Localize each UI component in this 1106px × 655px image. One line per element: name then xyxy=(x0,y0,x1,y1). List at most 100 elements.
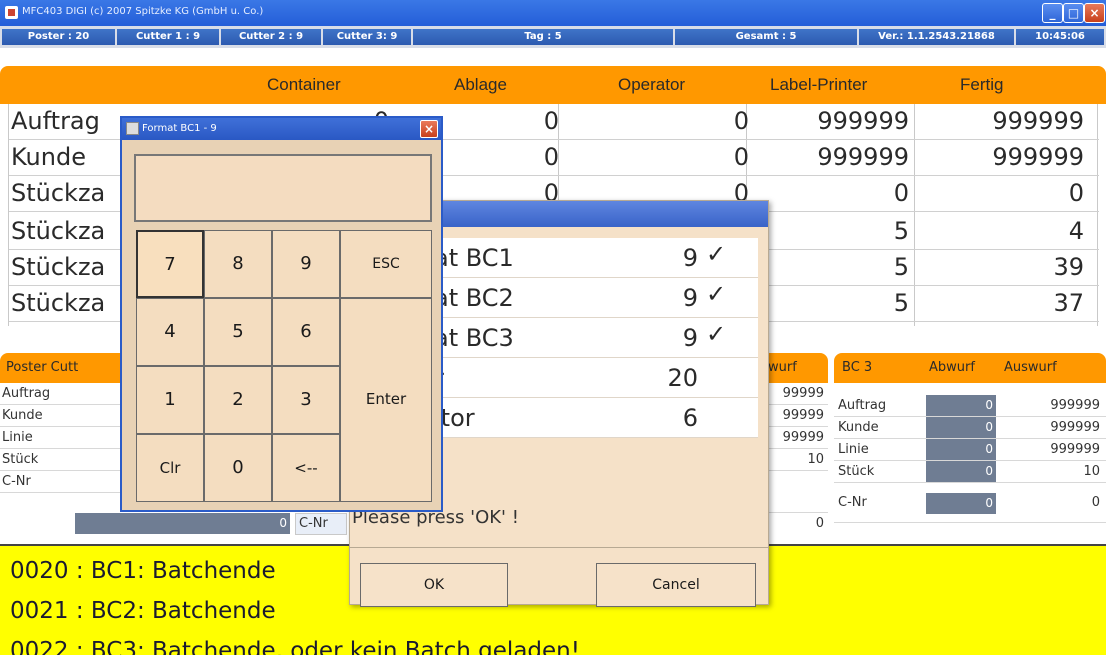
status-tag: Tag : 5 xyxy=(413,29,673,45)
window-title: MFC403 DIGI (c) 2007 Spitzke KG (GmbH u.… xyxy=(22,6,264,17)
header-abwurf: Abwurf xyxy=(929,360,975,375)
cell-label-printer: 0 xyxy=(893,179,909,207)
dialog-row-value: 6 xyxy=(682,404,698,432)
window-title-bar: MFC403 DIGI (c) 2007 Spitzke KG (GmbH u.… xyxy=(0,0,1106,26)
clear-key[interactable]: Clr xyxy=(136,434,204,502)
cell-fertig: 999999 xyxy=(992,107,1084,135)
header-ablage: Ablage xyxy=(454,75,507,94)
cell-label-printer: 999999 xyxy=(817,143,909,171)
table-row: Auftrag 0 999999 xyxy=(834,395,1106,417)
row-label: Kunde xyxy=(2,408,43,423)
cell-auswurf: 0 xyxy=(1091,495,1100,510)
dialog-row-value: 20 xyxy=(667,364,698,392)
keypad-display xyxy=(134,154,432,222)
cell-auswurf: 10 xyxy=(1083,464,1100,479)
keypad-title: Format BC1 - 9 xyxy=(142,123,217,134)
key-0[interactable]: 0 xyxy=(204,434,272,502)
status-poster: Poster : 20 xyxy=(2,29,115,45)
close-icon[interactable]: × xyxy=(420,120,438,138)
table-row: 0 xyxy=(760,471,828,531)
table-row: 99999 xyxy=(760,427,828,449)
cell-fertig: 999999 xyxy=(992,143,1084,171)
table-row: Stück 0 10 xyxy=(834,461,1106,483)
backspace-key[interactable]: <-- xyxy=(272,434,340,502)
cell-auswurf: 999999 xyxy=(1050,398,1100,413)
row-label: C-Nr xyxy=(838,495,867,510)
panel-header-abwurf: wurf xyxy=(768,360,797,375)
table-row xyxy=(0,513,295,535)
row-label: Kunde xyxy=(838,420,879,435)
row-label: Auftrag xyxy=(2,386,51,401)
key-6[interactable]: 6 xyxy=(272,298,340,366)
row-label: Stück xyxy=(2,452,39,467)
cancel-button[interactable]: Cancel xyxy=(596,563,756,607)
row-label: Linie xyxy=(2,430,33,445)
panel-bc3-header: BC 3 Abwurf Auswurf xyxy=(834,353,1106,383)
dialog-row-label: at BC1 xyxy=(434,244,514,272)
maximize-button[interactable]: □ xyxy=(1063,3,1084,23)
cell-value: 10 xyxy=(807,452,824,467)
row-label: Linie xyxy=(838,442,869,457)
key-3[interactable]: 3 xyxy=(272,366,340,434)
table-row: Linie 0 999999 xyxy=(834,439,1106,461)
status-cutter1: Cutter 1 : 9 xyxy=(117,29,219,45)
row-label: Stückza xyxy=(11,253,106,281)
dialog-row-label: at BC2 xyxy=(434,284,514,312)
enter-key[interactable]: Enter xyxy=(340,298,432,502)
key-7[interactable]: 7 xyxy=(136,230,204,298)
cell-abwurf: 0 xyxy=(926,395,996,416)
gear-icon xyxy=(126,122,139,135)
row-label: Kunde xyxy=(11,143,86,171)
table-row: 99999 xyxy=(760,405,828,427)
table-row: Kunde 0 999999 xyxy=(834,417,1106,439)
cell-abwurf: 0 xyxy=(926,461,996,482)
key-2[interactable]: 2 xyxy=(204,366,272,434)
cell-abwurf: 0 xyxy=(926,493,996,514)
table-row: C-Nr 0 0 xyxy=(834,483,1106,523)
key-4[interactable]: 4 xyxy=(136,298,204,366)
header-label-printer: Label-Printer xyxy=(770,75,868,94)
cell-value: 99999 xyxy=(782,408,824,423)
dialog-row-value: 9 xyxy=(682,324,698,352)
dialog-row-label: at BC3 xyxy=(434,324,514,352)
cell-abwurf: 0 xyxy=(926,417,996,438)
close-button[interactable]: × xyxy=(1084,3,1105,23)
cell-fertig: 4 xyxy=(1068,217,1084,245)
escape-key[interactable]: ESC xyxy=(340,230,432,298)
row-label: Stückza xyxy=(11,289,106,317)
panel-title: Poster Cutt xyxy=(6,360,79,375)
panel-title: BC 3 xyxy=(842,360,873,375)
row-label: C-Nr xyxy=(2,474,31,489)
cell-fertig: 39 xyxy=(1053,253,1084,281)
cell-auswurf: 999999 xyxy=(1050,420,1100,435)
dialog-row-value: 9 xyxy=(682,244,698,272)
header-auswurf: Auswurf xyxy=(1004,360,1057,375)
status-bar: Poster : 20 Cutter 1 : 9 Cutter 2 : 9 Cu… xyxy=(0,26,1106,48)
app-icon xyxy=(5,6,18,19)
check-icon: ✓ xyxy=(706,320,727,348)
table-row: 99999 xyxy=(760,383,828,405)
ok-button[interactable]: OK xyxy=(360,563,508,607)
cell-label-printer: 5 xyxy=(893,253,909,281)
cell-label-printer: 999999 xyxy=(817,107,909,135)
log-line: 0020 : BC1: Batchende xyxy=(10,558,276,584)
cell-label-printer: 5 xyxy=(893,289,909,317)
cell-fertig: 37 xyxy=(1053,289,1084,317)
minimize-button[interactable]: _ xyxy=(1042,3,1063,23)
key-1[interactable]: 1 xyxy=(136,366,204,434)
cell-abwurf: 0 xyxy=(926,439,996,460)
cell-label-printer: 5 xyxy=(893,217,909,245)
cell-operator: 0 xyxy=(733,143,749,171)
key-8[interactable]: 8 xyxy=(204,230,272,298)
log-line: 0021 : BC2: Batchende xyxy=(10,598,276,624)
cell-value: 0 xyxy=(815,516,824,531)
key-9[interactable]: 9 xyxy=(272,230,340,298)
panel-bc2-header: wurf xyxy=(760,353,828,383)
status-gesamt: Gesamt : 5 xyxy=(675,29,857,45)
status-cutter2: Cutter 2 : 9 xyxy=(221,29,321,45)
row-label: Auftrag xyxy=(838,398,887,413)
header-fertig: Fertig xyxy=(960,75,1004,94)
cell-auswurf: 999999 xyxy=(1050,442,1100,457)
divider xyxy=(350,547,768,548)
key-5[interactable]: 5 xyxy=(204,298,272,366)
